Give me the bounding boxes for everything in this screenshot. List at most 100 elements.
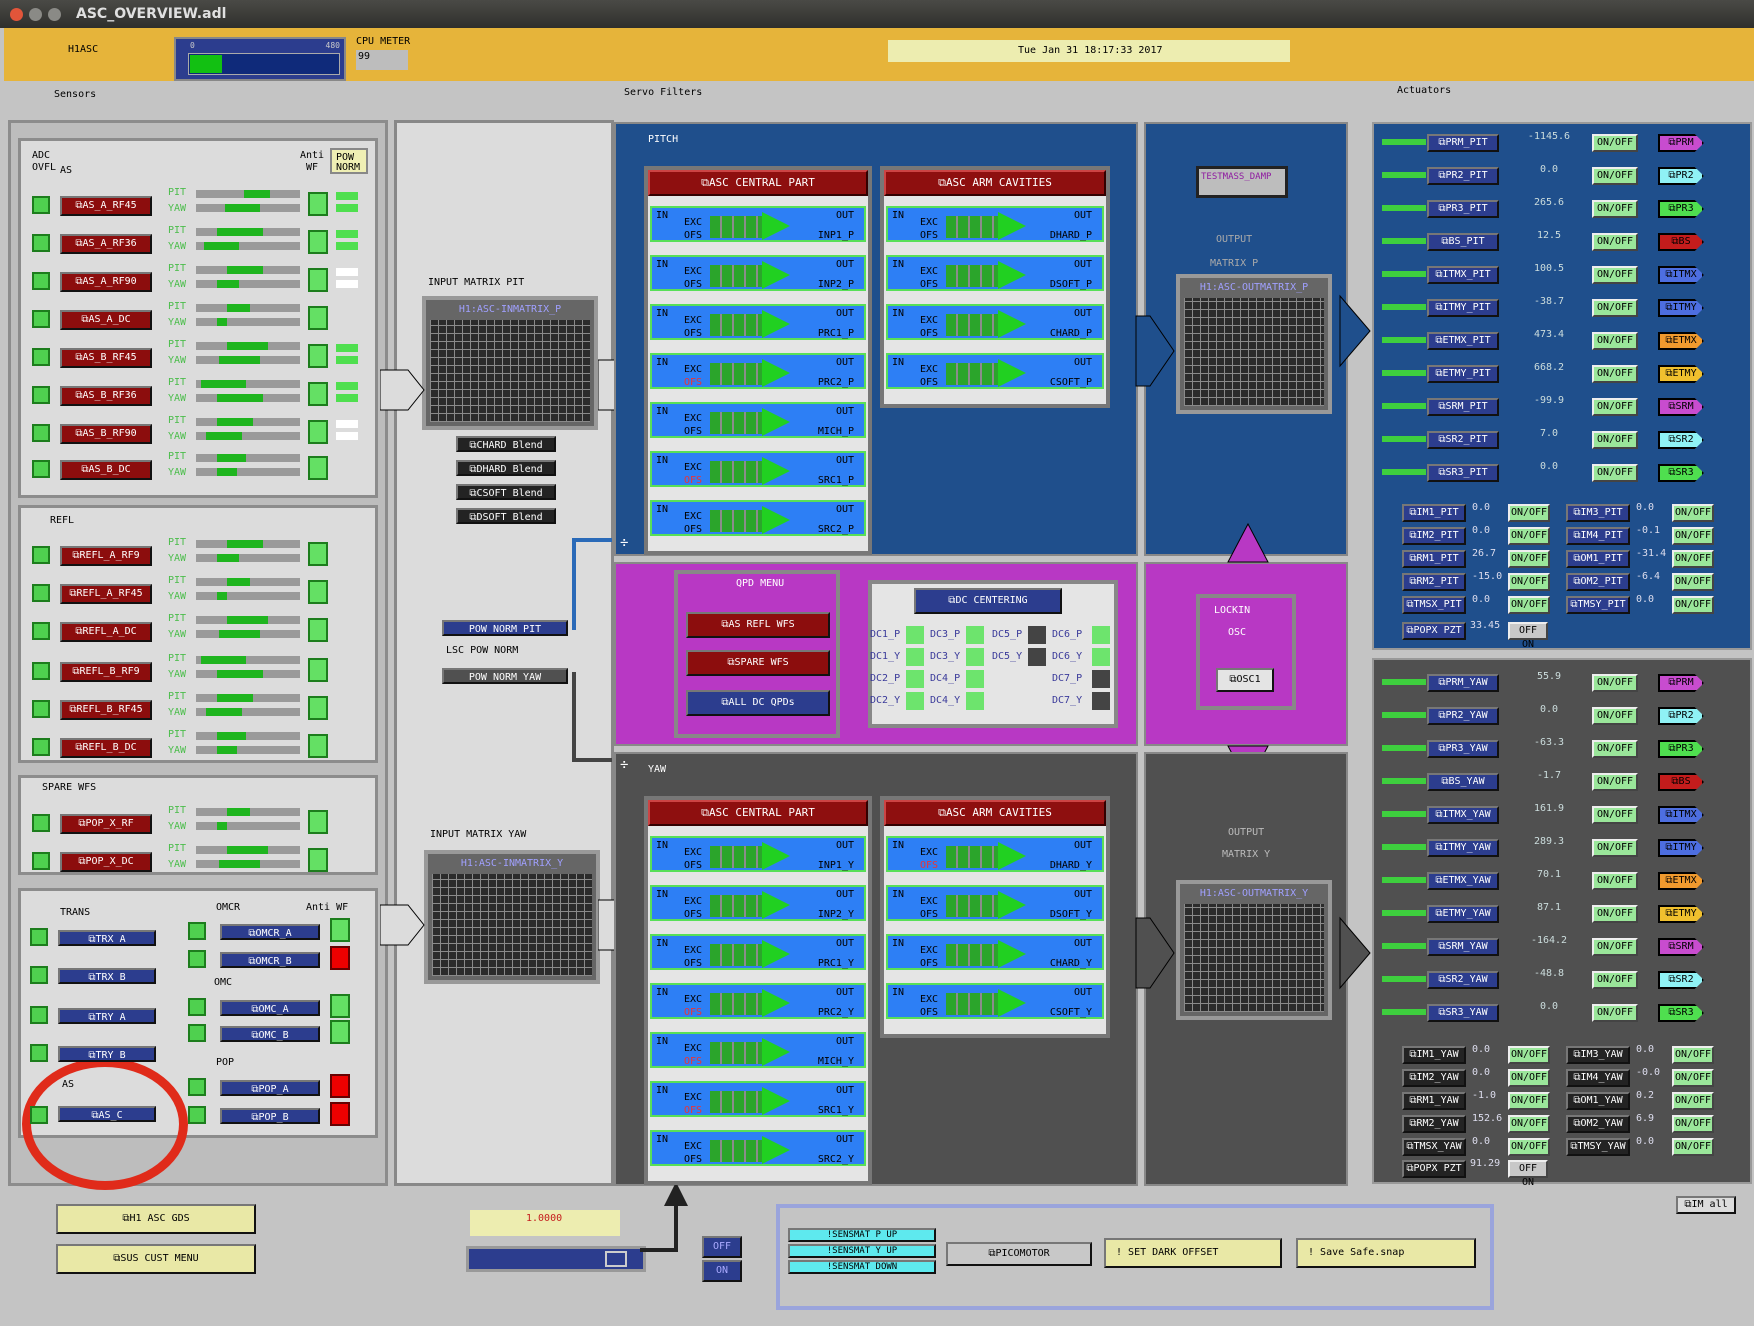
actuator-button[interactable]: ⧉ETMY_YAW — [1427, 905, 1499, 923]
filter-bank-title-button[interactable]: ⧉ASC ARM CAVITIES — [884, 800, 1106, 826]
im-button[interactable]: ⧉IM2_PIT — [1402, 527, 1466, 545]
suspension-button[interactable]: ⧉BS — [1658, 233, 1704, 251]
filter-switches[interactable] — [710, 363, 762, 385]
popx-pzt-button[interactable]: ⧉POPX PZT — [1402, 622, 1466, 640]
filter-switches[interactable] — [710, 216, 762, 238]
suspension-button[interactable]: ⧉ETMX — [1658, 332, 1704, 350]
im-button[interactable]: ⧉IM3_YAW — [1566, 1046, 1630, 1064]
suspension-button[interactable]: ⧉PRM — [1658, 674, 1704, 692]
suspension-button[interactable]: ⧉PR3 — [1658, 200, 1704, 218]
input-matrix-yaw[interactable]: H1:ASC-INMATRIX_Y — [424, 850, 600, 984]
suspension-button[interactable]: ⧉SRM — [1658, 938, 1704, 956]
gain-slider[interactable] — [466, 1246, 646, 1272]
onoff-toggle[interactable]: ON/OFF — [1672, 504, 1714, 522]
sensor-button[interactable]: ⧉AS_A_RF45 — [60, 196, 152, 216]
filter-module[interactable]: IN EXC OFS OUT INP2_P — [650, 255, 866, 291]
maximize-icon[interactable] — [48, 8, 61, 21]
save-safe-snap-button[interactable]: ! Save Safe.snap — [1296, 1238, 1476, 1268]
actuator-button[interactable]: ⧉SR3_YAW — [1427, 1004, 1499, 1022]
onoff-toggle[interactable]: ON/OFF — [1508, 573, 1550, 591]
suspension-button[interactable]: ⧉ITMY — [1658, 299, 1704, 317]
suspension-button[interactable]: ⧉PRM — [1658, 134, 1704, 152]
im-button[interactable]: ⧉IM3_PIT — [1566, 504, 1630, 522]
filter-switches[interactable] — [710, 510, 762, 532]
onoff-toggle[interactable]: ON/OFF — [1592, 233, 1638, 251]
qpd-button[interactable]: ⧉POP_A — [220, 1080, 320, 1096]
onoff-toggle[interactable]: ON/OFF — [1592, 200, 1638, 218]
filter-switches[interactable] — [946, 944, 998, 966]
suspension-button[interactable]: ⧉ETMX — [1658, 872, 1704, 890]
onoff-toggle[interactable]: ON/OFF — [1672, 1138, 1714, 1156]
filter-bank-title-button[interactable]: ⧉ASC ARM CAVITIES — [884, 170, 1106, 196]
filter-switches[interactable] — [710, 846, 762, 868]
filter-switches[interactable] — [710, 314, 762, 336]
onoff-toggle[interactable]: ON/OFF — [1592, 740, 1638, 758]
suspension-button[interactable]: ⧉SR2 — [1658, 431, 1704, 449]
actuator-button[interactable]: ⧉SR3_PIT — [1427, 464, 1499, 482]
onoff-toggle[interactable]: ON/OFF — [1672, 550, 1714, 568]
suspension-button[interactable]: ⧉PR3 — [1658, 740, 1704, 758]
filter-switches[interactable] — [946, 993, 998, 1015]
actuator-button[interactable]: ⧉SR2_PIT — [1427, 431, 1499, 449]
im-all-button[interactable]: ⧉IM all — [1676, 1196, 1736, 1214]
onoff-toggle[interactable]: ON/OFF — [1592, 464, 1638, 482]
blend-button[interactable]: ⧉DHARD Blend — [456, 460, 556, 476]
filter-module[interactable]: IN EXC OFS OUT SRC1_Y — [650, 1081, 866, 1117]
sensor-button[interactable]: ⧉REFL_B_DC — [60, 738, 152, 758]
im-button[interactable]: ⧉OM2_YAW — [1566, 1115, 1630, 1133]
filter-switches[interactable] — [710, 1140, 762, 1162]
im-button[interactable]: ⧉IM1_PIT — [1402, 504, 1466, 522]
actuator-button[interactable]: ⧉PRM_YAW — [1427, 674, 1499, 692]
filter-module[interactable]: IN EXC OFS OUT DHARD_Y — [886, 836, 1104, 872]
filter-module[interactable]: IN EXC OFS OUT PRC1_Y — [650, 934, 866, 970]
qpd-button[interactable]: ⧉OMC_A — [220, 1000, 320, 1016]
im-button[interactable]: ⧉IM2_YAW — [1402, 1069, 1466, 1087]
sensor-button[interactable]: ⧉AS_A_DC — [60, 310, 152, 330]
actuator-button[interactable]: ⧉PR2_YAW — [1427, 707, 1499, 725]
filter-module[interactable]: IN EXC OFS OUT MICH_Y — [650, 1032, 866, 1068]
onoff-toggle[interactable]: ON/OFF — [1592, 806, 1638, 824]
filter-switches[interactable] — [710, 1042, 762, 1064]
im-button[interactable]: ⧉RM2_YAW — [1402, 1115, 1466, 1133]
filter-module[interactable]: IN EXC OFS OUT CSOFT_Y — [886, 983, 1104, 1019]
filter-switches[interactable] — [710, 944, 762, 966]
onoff-toggle[interactable]: ON/OFF — [1672, 1069, 1714, 1087]
im-button[interactable]: ⧉TMSY_PIT — [1566, 596, 1630, 614]
onoff-toggle[interactable]: ON/OFF — [1508, 1115, 1550, 1133]
suspension-button[interactable]: ⧉PR2 — [1658, 707, 1704, 725]
filter-module[interactable]: IN EXC OFS OUT SRC2_P — [650, 500, 866, 536]
actuator-button[interactable]: ⧉SR2_YAW — [1427, 971, 1499, 989]
onoff-toggle[interactable]: ON/OFF — [1672, 1092, 1714, 1110]
onoff-toggle[interactable]: ON/OFF — [1592, 398, 1638, 416]
qpd-button[interactable]: ⧉OMCR_A — [220, 924, 320, 940]
sensor-button[interactable]: ⧉AS_B_RF90 — [60, 424, 152, 444]
filter-module[interactable]: IN EXC OFS OUT DHARD_P — [886, 206, 1104, 242]
gain-value-box[interactable]: 1.0000 — [470, 1210, 620, 1236]
actuator-button[interactable]: ⧉SRM_PIT — [1427, 398, 1499, 416]
filter-module[interactable]: IN EXC OFS OUT CHARD_Y — [886, 934, 1104, 970]
as-refl-wfs-button[interactable]: ⧉AS REFL WFS — [686, 612, 830, 638]
filter-module[interactable]: IN EXC OFS OUT PRC2_P — [650, 353, 866, 389]
dc-centering-button[interactable]: ⧉DC CENTERING — [914, 588, 1062, 614]
sensor-button[interactable]: ⧉POP_X_RF — [60, 814, 152, 834]
picomotor-button[interactable]: ⧉PICOMOTOR — [946, 1242, 1092, 1266]
actuator-button[interactable]: ⧉ETMX_YAW — [1427, 872, 1499, 890]
onoff-toggle[interactable]: ON/OFF — [1592, 674, 1638, 692]
filter-switches[interactable] — [946, 314, 998, 336]
minimize-icon[interactable] — [29, 8, 42, 21]
im-button[interactable]: ⧉RM2_PIT — [1402, 573, 1466, 591]
onoff-toggle[interactable]: ON/OFF — [1592, 167, 1638, 185]
actuator-button[interactable]: ⧉BS_PIT — [1427, 233, 1499, 251]
blend-button[interactable]: ⧉CHARD Blend — [456, 436, 556, 452]
onoff-toggle[interactable]: ON/OFF — [1592, 971, 1638, 989]
sensor-button[interactable]: ⧉AS_B_RF36 — [60, 386, 152, 406]
filter-switches[interactable] — [946, 846, 998, 868]
im-button[interactable]: ⧉IM1_YAW — [1402, 1046, 1466, 1064]
output-matrix-y[interactable]: H1:ASC-OUTMATRIX_Y — [1176, 880, 1332, 1020]
qpd-button[interactable]: ⧉OMC_B — [220, 1026, 320, 1042]
qpd-button[interactable]: ⧉OMCR_B — [220, 952, 320, 968]
sensor-button[interactable]: ⧉AS_B_DC — [60, 460, 152, 480]
all-dc-qpds-button[interactable]: ⧉ALL DC QPDs — [686, 690, 830, 716]
trans-button[interactable]: ⧉TRX B — [58, 968, 156, 984]
actuator-button[interactable]: ⧉ETMY_PIT — [1427, 365, 1499, 383]
